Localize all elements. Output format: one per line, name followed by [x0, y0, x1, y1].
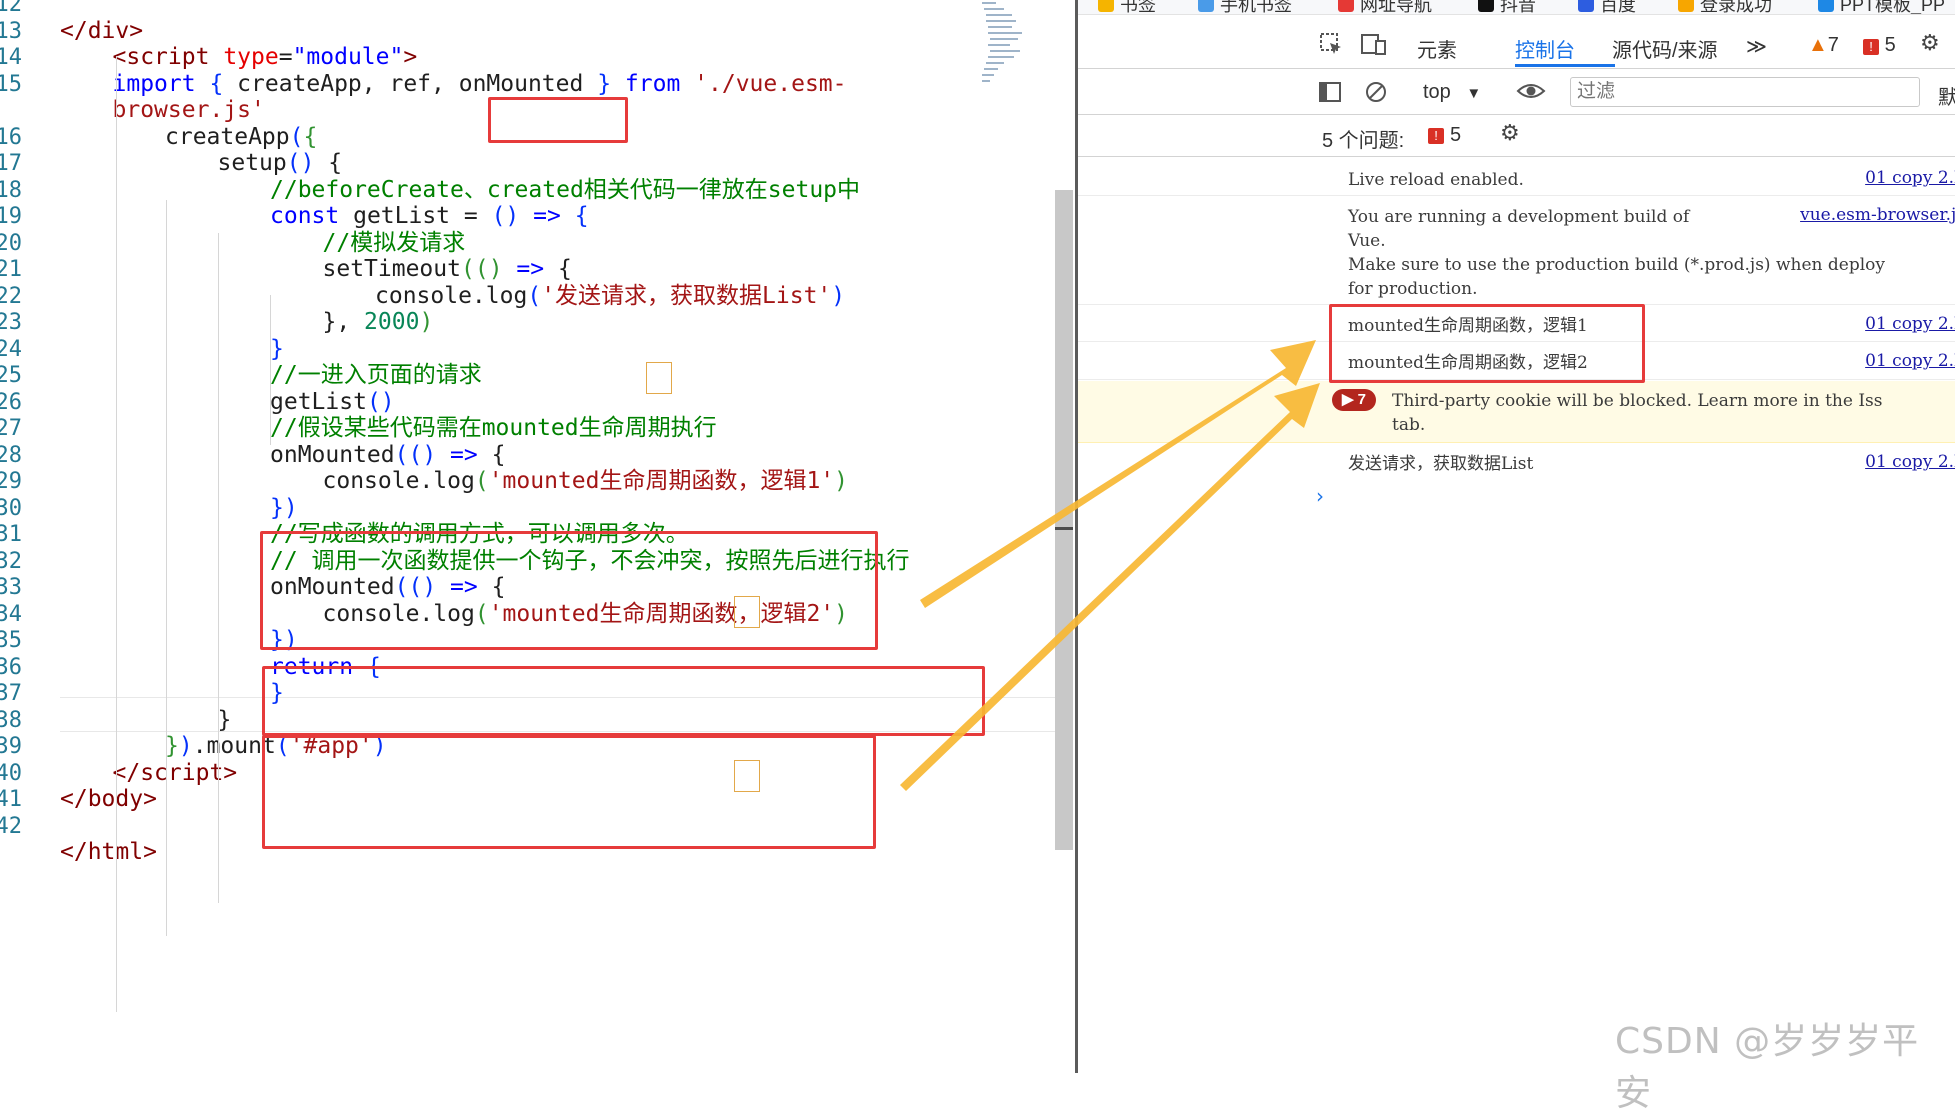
watermark: CSDN @岁岁岁平安	[1615, 1021, 1920, 1114]
arrow-to-output-1	[920, 340, 1316, 608]
annotation-arrows	[900, 340, 1320, 791]
arrow-to-output-2	[900, 383, 1320, 791]
